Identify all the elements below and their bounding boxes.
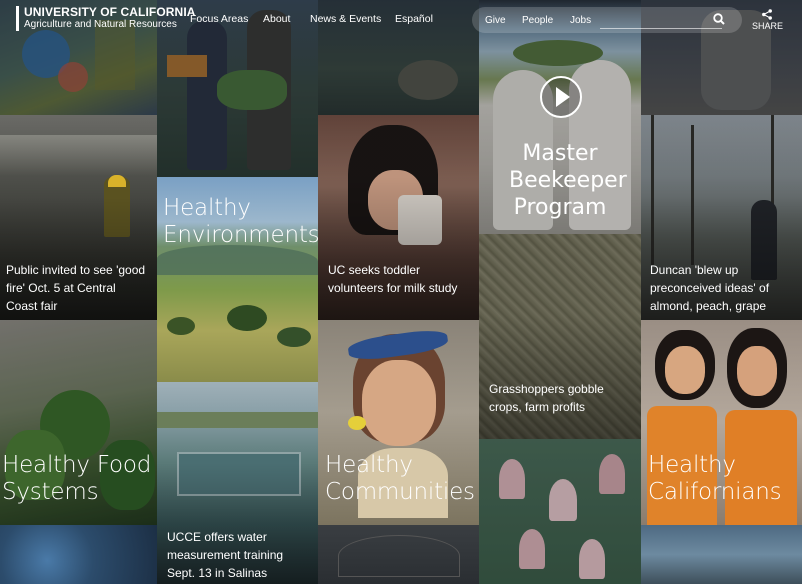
calla-lily-tile (479, 439, 641, 584)
nav-news-events[interactable]: News & Events (310, 13, 381, 25)
healthy-communities-title[interactable]: Healthy Communities (325, 452, 475, 506)
grasshopper-tile[interactable]: Grasshoppers gobble crops, farm profits (479, 234, 641, 439)
water-training-tile[interactable]: UCCE offers water measurement training S… (157, 382, 318, 584)
healthy-californians-title[interactable]: Healthy Californians (648, 452, 798, 506)
jobs-link[interactable]: Jobs (570, 15, 591, 26)
duncan-caption[interactable]: Duncan 'blew up preconceived ideas' of a… (650, 261, 794, 315)
search-underline (600, 28, 722, 29)
ucanr-logo[interactable]: UNIVERSITY OF CALIFORNIA Agriculture and… (16, 6, 196, 31)
healthy-californians-tile[interactable]: Healthy Californians (641, 320, 802, 525)
nav-espanol[interactable]: Español (395, 13, 433, 25)
share-button[interactable]: SHARE (752, 9, 784, 31)
site-header: UNIVERSITY OF CALIFORNIA Agriculture and… (0, 0, 802, 38)
healthy-environments-tile[interactable]: Healthy Environments (157, 177, 318, 382)
healthy-food-title[interactable]: Healthy Food Systems (2, 452, 152, 506)
search-icon[interactable] (713, 12, 725, 25)
orchard-tile[interactable]: Duncan 'blew up preconceived ideas' of a… (641, 115, 802, 320)
toddler-study-tile[interactable]: UC seeks toddler volunteers for milk stu… (318, 115, 479, 320)
healthy-communities-tile[interactable]: Healthy Communities (318, 320, 479, 525)
master-beekeeper-title[interactable]: Master Beekeeper Program (479, 140, 641, 221)
good-fire-tile[interactable]: Public invited to see 'good fire' Oct. 5… (0, 115, 157, 320)
share-label: SHARE (752, 21, 784, 31)
nav-about[interactable]: About (263, 13, 290, 25)
water-training-caption[interactable]: UCCE offers water measurement training S… (167, 528, 310, 582)
bottom-right-tile (641, 525, 802, 584)
give-link[interactable]: Give (485, 15, 506, 26)
succulent-tile (0, 525, 157, 584)
search-bar[interactable] (472, 7, 742, 33)
grasshopper-caption[interactable]: Grasshoppers gobble crops, farm profits (489, 380, 633, 416)
toddler-study-caption[interactable]: UC seeks toddler volunteers for milk stu… (328, 261, 471, 297)
logo-line-2: Agriculture and Natural Resources (24, 19, 177, 30)
logo-line-1: UNIVERSITY OF CALIFORNIA (24, 5, 196, 19)
share-icon (752, 9, 782, 21)
healthy-environments-title[interactable]: Healthy Environments (163, 195, 318, 249)
nav-focus-areas[interactable]: Focus Areas (190, 13, 248, 25)
greenhouse-tile (318, 525, 479, 584)
good-fire-caption[interactable]: Public invited to see 'good fire' Oct. 5… (6, 261, 149, 315)
play-icon[interactable] (540, 76, 582, 118)
healthy-food-tile[interactable]: Healthy Food Systems (0, 320, 157, 525)
people-link[interactable]: People (522, 15, 553, 26)
